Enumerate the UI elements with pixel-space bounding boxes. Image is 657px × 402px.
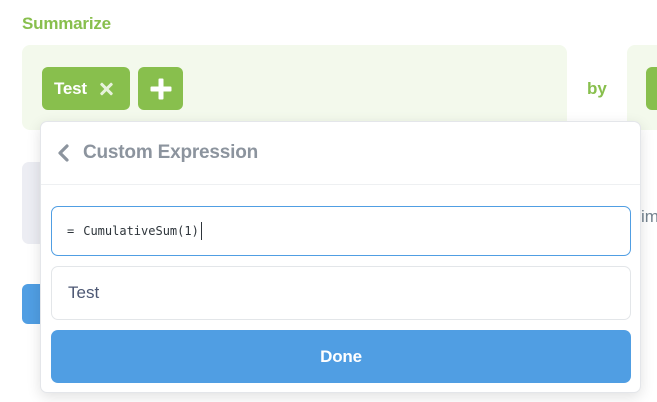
expression-input[interactable]: = CumulativeSum(1) [51, 206, 631, 256]
chevron-left-icon[interactable] [55, 144, 71, 162]
close-icon[interactable] [99, 82, 113, 96]
expression-value: CumulativeSum(1) [83, 224, 199, 238]
text-caret [200, 222, 202, 240]
by-label: by [587, 79, 607, 98]
done-button[interactable]: Done [51, 330, 631, 383]
background-partial-text: im [641, 207, 657, 226]
plus-icon [150, 78, 171, 99]
metric-pill-test[interactable]: Test [42, 67, 130, 110]
custom-expression-popover: Custom Expression = CumulativeSum(1) Tes… [40, 121, 641, 393]
groupby-pill[interactable] [646, 67, 657, 110]
expression-prefix: = [67, 224, 75, 238]
expression-name-input[interactable]: Test [51, 266, 631, 320]
query-builder: Summarize Test by im Custom Expression =… [0, 0, 657, 402]
popover-title: Custom Expression [83, 142, 259, 163]
summarize-section-title: Summarize [22, 14, 111, 33]
add-metric-button[interactable] [138, 67, 183, 110]
metric-pill-label: Test [54, 78, 87, 98]
popover-header[interactable]: Custom Expression [41, 122, 640, 185]
